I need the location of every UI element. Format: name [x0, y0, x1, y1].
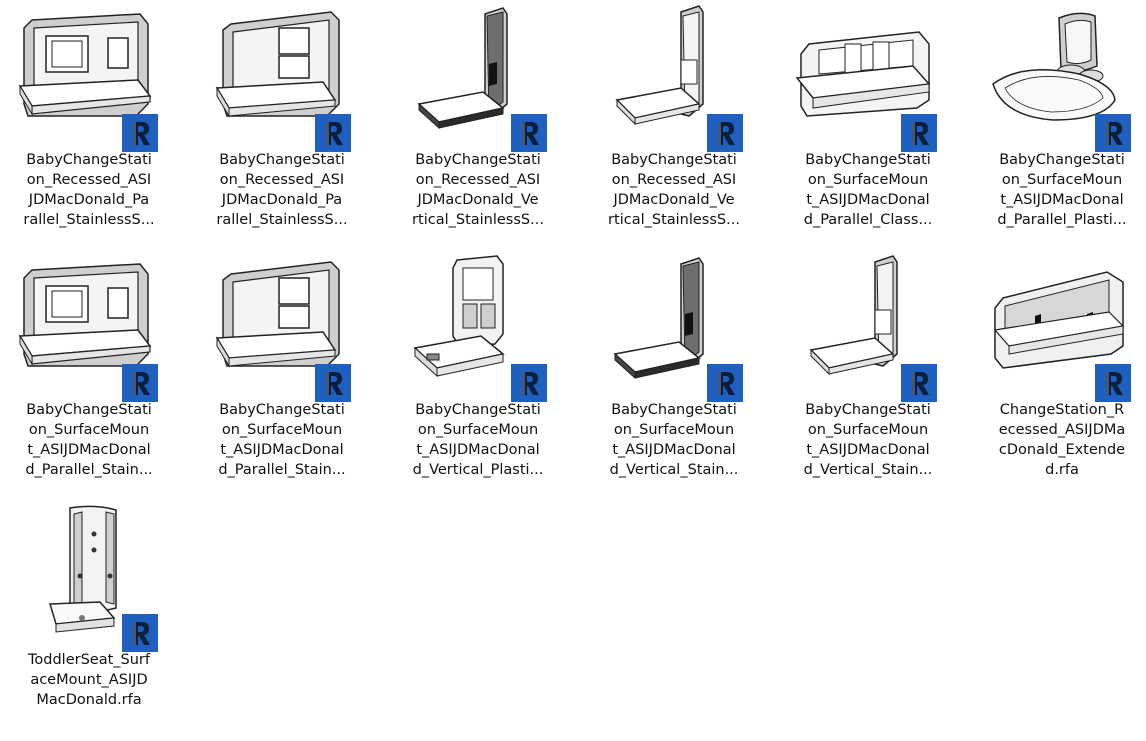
file-grid: BabyChangeStati on_Recessed_ASI JDMacDon…	[0, 0, 1146, 741]
file-name: BabyChangeStati on_SurfaceMoun t_ASIJDMa…	[803, 152, 933, 228]
revit-family-icon	[122, 114, 158, 152]
revit-family-icon	[511, 114, 547, 152]
file-name: BabyChangeStati on_SurfaceMoun t_ASIJDMa…	[412, 402, 544, 478]
file-name: ChangeStation_R ecessed_ASIJDMa cDonald_…	[998, 402, 1126, 478]
file-item[interactable]: BabyChangeStati on_Recessed_ASI JDMacDon…	[4, 0, 160, 232]
file-item[interactable]: BabyChangeStati on_Recessed_ASI JDMacDon…	[589, 0, 745, 232]
file-item[interactable]: BabyChangeStati on_SurfaceMoun t_ASIJDMa…	[589, 250, 745, 482]
file-item[interactable]: ToddlerSeat_Surf aceMount_ASIJD MacDonal…	[4, 500, 160, 732]
revit-family-icon	[901, 364, 937, 402]
file-item[interactable]: BabyChangeStati on_SurfaceMoun t_ASIJDMa…	[197, 250, 353, 482]
file-item[interactable]: BabyChangeStati on_SurfaceMoun t_ASIJDMa…	[393, 250, 549, 482]
file-name: BabyChangeStati on_Recessed_ASI JDMacDon…	[412, 152, 544, 228]
file-name: BabyChangeStati on_Recessed_ASI JDMacDon…	[216, 152, 348, 228]
revit-family-icon	[901, 114, 937, 152]
file-name: BabyChangeStati on_SurfaceMoun t_ASIJDMa…	[997, 152, 1127, 228]
file-name: BabyChangeStati on_SurfaceMoun t_ASIJDMa…	[609, 402, 739, 478]
file-name: BabyChangeStati on_SurfaceMoun t_ASIJDMa…	[25, 402, 153, 478]
file-name: ToddlerSeat_Surf aceMount_ASIJD MacDonal…	[28, 652, 150, 708]
revit-family-icon	[1095, 114, 1131, 152]
file-name: BabyChangeStati on_Recessed_ASI JDMacDon…	[608, 152, 740, 228]
revit-family-icon	[707, 114, 743, 152]
revit-family-icon	[511, 364, 547, 402]
revit-family-icon	[122, 614, 158, 652]
file-item[interactable]: BabyChangeStati on_SurfaceMoun t_ASIJDMa…	[783, 250, 939, 482]
revit-family-icon	[315, 114, 351, 152]
file-name: BabyChangeStati on_Recessed_ASI JDMacDon…	[23, 152, 155, 228]
revit-family-icon	[707, 364, 743, 402]
file-item[interactable]: BabyChangeStati on_SurfaceMoun t_ASIJDMa…	[4, 250, 160, 482]
file-item[interactable]: ChangeStation_R ecessed_ASIJDMa cDonald_…	[977, 250, 1133, 482]
file-name: BabyChangeStati on_SurfaceMoun t_ASIJDMa…	[218, 402, 346, 478]
revit-family-icon	[315, 364, 351, 402]
file-item[interactable]: BabyChangeStati on_Recessed_ASI JDMacDon…	[393, 0, 549, 232]
file-item[interactable]: BabyChangeStati on_SurfaceMoun t_ASIJDMa…	[977, 0, 1133, 232]
file-item[interactable]: BabyChangeStati on_SurfaceMoun t_ASIJDMa…	[783, 0, 939, 232]
file-name: BabyChangeStati on_SurfaceMoun t_ASIJDMa…	[803, 402, 933, 478]
revit-family-icon	[1095, 364, 1131, 402]
revit-family-icon	[122, 364, 158, 402]
file-item[interactable]: BabyChangeStati on_Recessed_ASI JDMacDon…	[197, 0, 353, 232]
